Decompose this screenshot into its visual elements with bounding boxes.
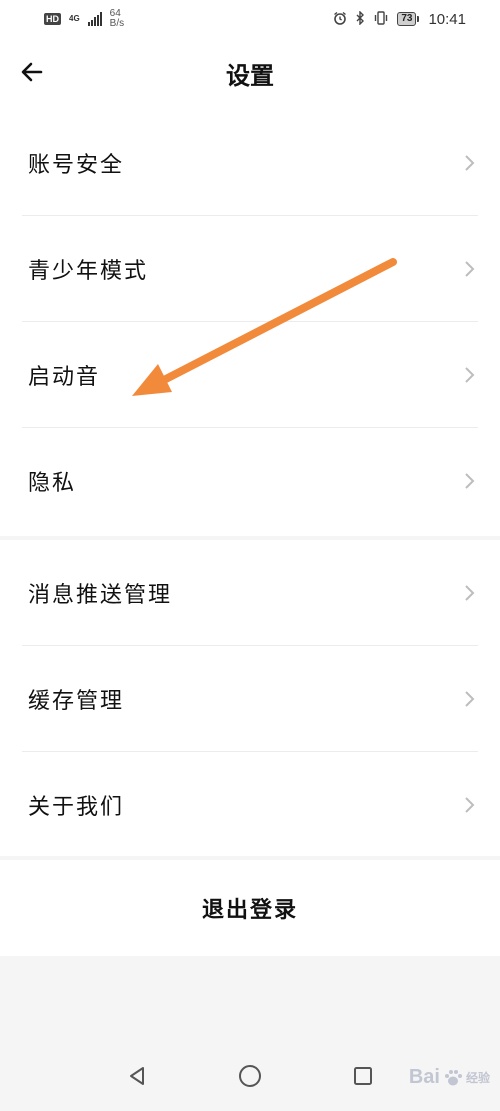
settings-item-label: 关于我们 xyxy=(28,795,125,820)
vibrate-icon xyxy=(373,11,389,27)
status-bar: HD 4G 64 B/s 73 10:41 xyxy=(0,0,500,38)
settings-item-label: 启动音 xyxy=(28,365,101,390)
app-header: 设置 xyxy=(0,38,500,110)
settings-item-privacy[interactable]: 隐私 xyxy=(0,428,500,534)
back-triangle-icon xyxy=(129,1066,144,1085)
logout-button[interactable]: 退出登录 xyxy=(0,860,500,956)
settings-item-label: 隐私 xyxy=(28,471,77,496)
chevron-right-icon xyxy=(465,691,475,707)
chevron-right-icon xyxy=(465,261,475,277)
chevron-right-icon xyxy=(465,797,475,813)
settings-group-account: 账号安全 青少年模式 启动音 隐私 xyxy=(0,110,500,536)
settings-item-account-security[interactable]: 账号安全 xyxy=(0,110,500,216)
settings-group-app: 消息推送管理 缓存管理 关于我们 xyxy=(0,540,500,856)
signal-icon xyxy=(87,12,102,26)
nav-home-button[interactable] xyxy=(230,1056,270,1096)
clock: 10:41 xyxy=(428,10,466,28)
settings-item-push-notifications[interactable]: 消息推送管理 xyxy=(0,540,500,646)
settings-item-cache[interactable]: 缓存管理 xyxy=(0,646,500,752)
recents-square-icon xyxy=(354,1066,373,1085)
chevron-right-icon xyxy=(465,367,475,383)
chevron-right-icon xyxy=(465,473,475,489)
hd-badge: HD xyxy=(44,13,61,25)
network-type: 4G xyxy=(69,14,80,23)
network-speed: 64 B/s xyxy=(110,9,124,29)
paw-icon xyxy=(444,1069,462,1085)
nav-back-button[interactable] xyxy=(117,1056,157,1096)
settings-item-startup-sound[interactable]: 启动音 xyxy=(0,322,500,428)
settings-item-label: 青少年模式 xyxy=(28,259,149,284)
baidu-watermark: Bai 经验 xyxy=(409,1066,490,1089)
settings-item-label: 账号安全 xyxy=(28,153,125,178)
settings-item-label: 缓存管理 xyxy=(28,689,125,714)
settings-item-label: 消息推送管理 xyxy=(28,583,173,608)
settings-item-teen-mode[interactable]: 青少年模式 xyxy=(0,216,500,322)
nav-recents-button[interactable] xyxy=(343,1056,383,1096)
status-left: HD 4G 64 B/s xyxy=(44,9,124,29)
chevron-right-icon xyxy=(465,155,475,171)
alarm-icon xyxy=(333,11,347,27)
settings-item-about-us[interactable]: 关于我们 xyxy=(0,752,500,858)
page-title: 设置 xyxy=(226,61,274,90)
watermark-suffix: 经验 xyxy=(465,1071,490,1085)
status-right: 73 10:41 xyxy=(333,10,466,28)
home-circle-icon xyxy=(238,1064,261,1087)
chevron-right-icon xyxy=(465,585,475,601)
watermark-text: Bai xyxy=(408,1066,440,1088)
battery-icon: 73 xyxy=(397,12,420,26)
bluetooth-icon xyxy=(355,10,365,27)
speed-unit: B/s xyxy=(109,18,125,29)
